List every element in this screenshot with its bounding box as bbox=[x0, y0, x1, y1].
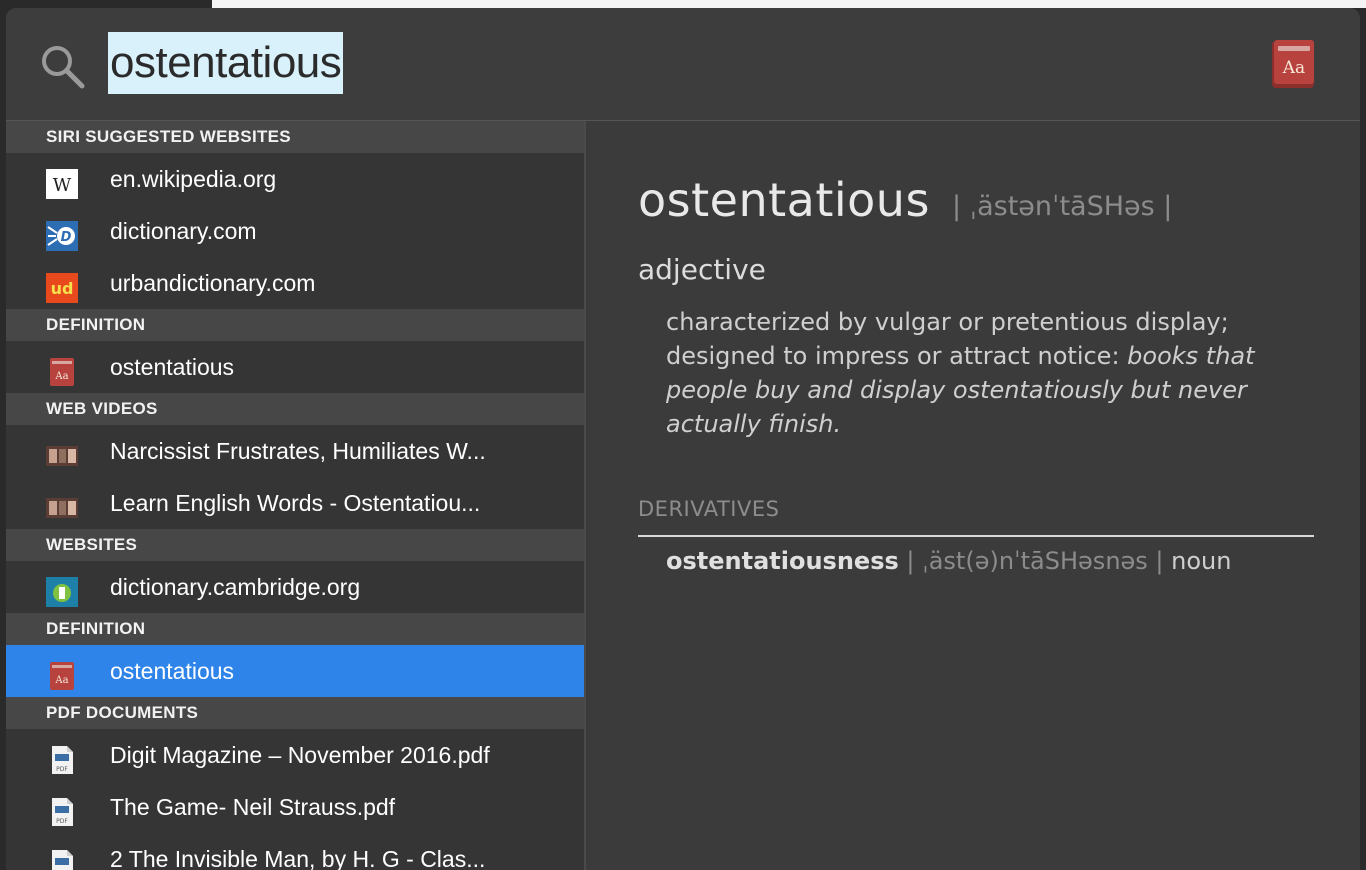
result-row[interactable]: ud urbandictionary.com bbox=[6, 257, 584, 309]
result-row[interactable]: Wen.wikipedia.org bbox=[6, 153, 584, 205]
section-header: DEFINITION bbox=[6, 309, 584, 341]
result-row[interactable]: dictionary.cambridge.org bbox=[6, 561, 584, 613]
svg-text:Aa: Aa bbox=[54, 675, 68, 686]
result-label: The Game- Neil Strauss.pdf bbox=[110, 794, 396, 820]
svg-text:ud: ud bbox=[51, 279, 74, 298]
derivative-pronunciation: | ˌäst(ə)nˈtāSHəsnəs | bbox=[898, 547, 1172, 575]
derivative-word: ostentatiousness bbox=[666, 547, 899, 575]
result-label: Narcissist Frustrates, Humiliates W... bbox=[110, 438, 486, 464]
result-row[interactable]: Aa ostentatious bbox=[6, 341, 584, 393]
result-label: ostentatious bbox=[110, 658, 235, 684]
pdf-icon: PDF bbox=[46, 845, 78, 870]
result-row[interactable]: PDF 2 The Invisible Man, by H. G - Clas..… bbox=[6, 833, 584, 870]
svg-text:PDF: PDF bbox=[56, 818, 68, 825]
definition-preview: ostentatious | ˌästənˈtāSHəs | adjective… bbox=[586, 121, 1360, 870]
result-label: dictionary.cambridge.org bbox=[110, 574, 361, 600]
spotlight-window: ostentatious Aa SIRI SUGGESTED WEBSITES W… bbox=[6, 8, 1360, 870]
search-input[interactable]: ostentatious bbox=[108, 32, 344, 94]
dictionary-app-icon: Aa bbox=[1272, 40, 1314, 88]
svg-text:W: W bbox=[53, 175, 72, 196]
section-header: PDF DOCUMENTS bbox=[6, 697, 584, 729]
urban-dictionary-icon: ud bbox=[46, 269, 78, 303]
result-row[interactable]: Aa ostentatious bbox=[6, 645, 584, 697]
result-label: dictionary.com bbox=[110, 218, 257, 244]
pdf-icon: PDF bbox=[46, 741, 78, 774]
dictionary-com-icon: D bbox=[46, 217, 78, 251]
result-label: ostentatious bbox=[110, 354, 235, 380]
result-label: urbandictionary.com bbox=[110, 270, 316, 296]
svg-text:Aa: Aa bbox=[54, 371, 68, 382]
video-thumbnail-icon bbox=[46, 437, 78, 467]
result-row[interactable]: Ddictionary.com bbox=[6, 205, 584, 257]
search-bar: ostentatious Aa bbox=[6, 8, 1360, 121]
result-row[interactable]: PDF Digit Magazine – November 2016.pdf bbox=[6, 729, 584, 781]
results-list: SIRI SUGGESTED WEBSITES Wen.wikipedia.org… bbox=[6, 121, 586, 870]
wikipedia-icon: W bbox=[46, 165, 78, 199]
divider bbox=[638, 535, 1314, 537]
dictionary-icon: Aa bbox=[46, 353, 78, 386]
result-label: Digit Magazine – November 2016.pdf bbox=[110, 742, 490, 768]
dictionary-icon: Aa bbox=[46, 657, 78, 690]
derivatives-header: DERIVATIVES bbox=[638, 497, 780, 521]
derivative-entry: ostentatiousness | ˌäst(ə)nˈtāSHəsnəs | … bbox=[666, 547, 1231, 575]
result-label: 2 The Invisible Man, by H. G - Clas... bbox=[110, 846, 486, 870]
headword: ostentatious bbox=[638, 173, 930, 227]
result-row[interactable]: PDF The Game- Neil Strauss.pdf bbox=[6, 781, 584, 833]
cambridge-icon bbox=[46, 573, 78, 607]
section-header: WEBSITES bbox=[6, 529, 584, 561]
svg-text:PDF: PDF bbox=[56, 766, 68, 773]
part-of-speech: adjective bbox=[638, 253, 766, 286]
result-row[interactable]: Learn English Words - Ostentatiou... bbox=[6, 477, 584, 529]
video-thumbnail-icon bbox=[46, 489, 78, 519]
result-row[interactable]: Narcissist Frustrates, Humiliates W... bbox=[6, 425, 584, 477]
pdf-icon: PDF bbox=[46, 793, 78, 826]
result-label: Learn English Words - Ostentatiou... bbox=[110, 490, 481, 516]
result-label: en.wikipedia.org bbox=[110, 166, 277, 192]
section-header: SIRI SUGGESTED WEBSITES bbox=[6, 121, 584, 153]
derivative-part-of-speech: noun bbox=[1171, 547, 1232, 575]
svg-text:Aa: Aa bbox=[1282, 58, 1305, 78]
section-header: DEFINITION bbox=[6, 613, 584, 645]
background-window bbox=[212, 0, 1366, 8]
search-icon bbox=[42, 46, 85, 89]
section-header: WEB VIDEOS bbox=[6, 393, 584, 425]
definition-text: characterized by vulgar or pretentious d… bbox=[666, 305, 1286, 441]
pronunciation: | ˌästənˈtāSHəs | bbox=[952, 191, 1173, 222]
svg-text:D: D bbox=[61, 230, 72, 245]
